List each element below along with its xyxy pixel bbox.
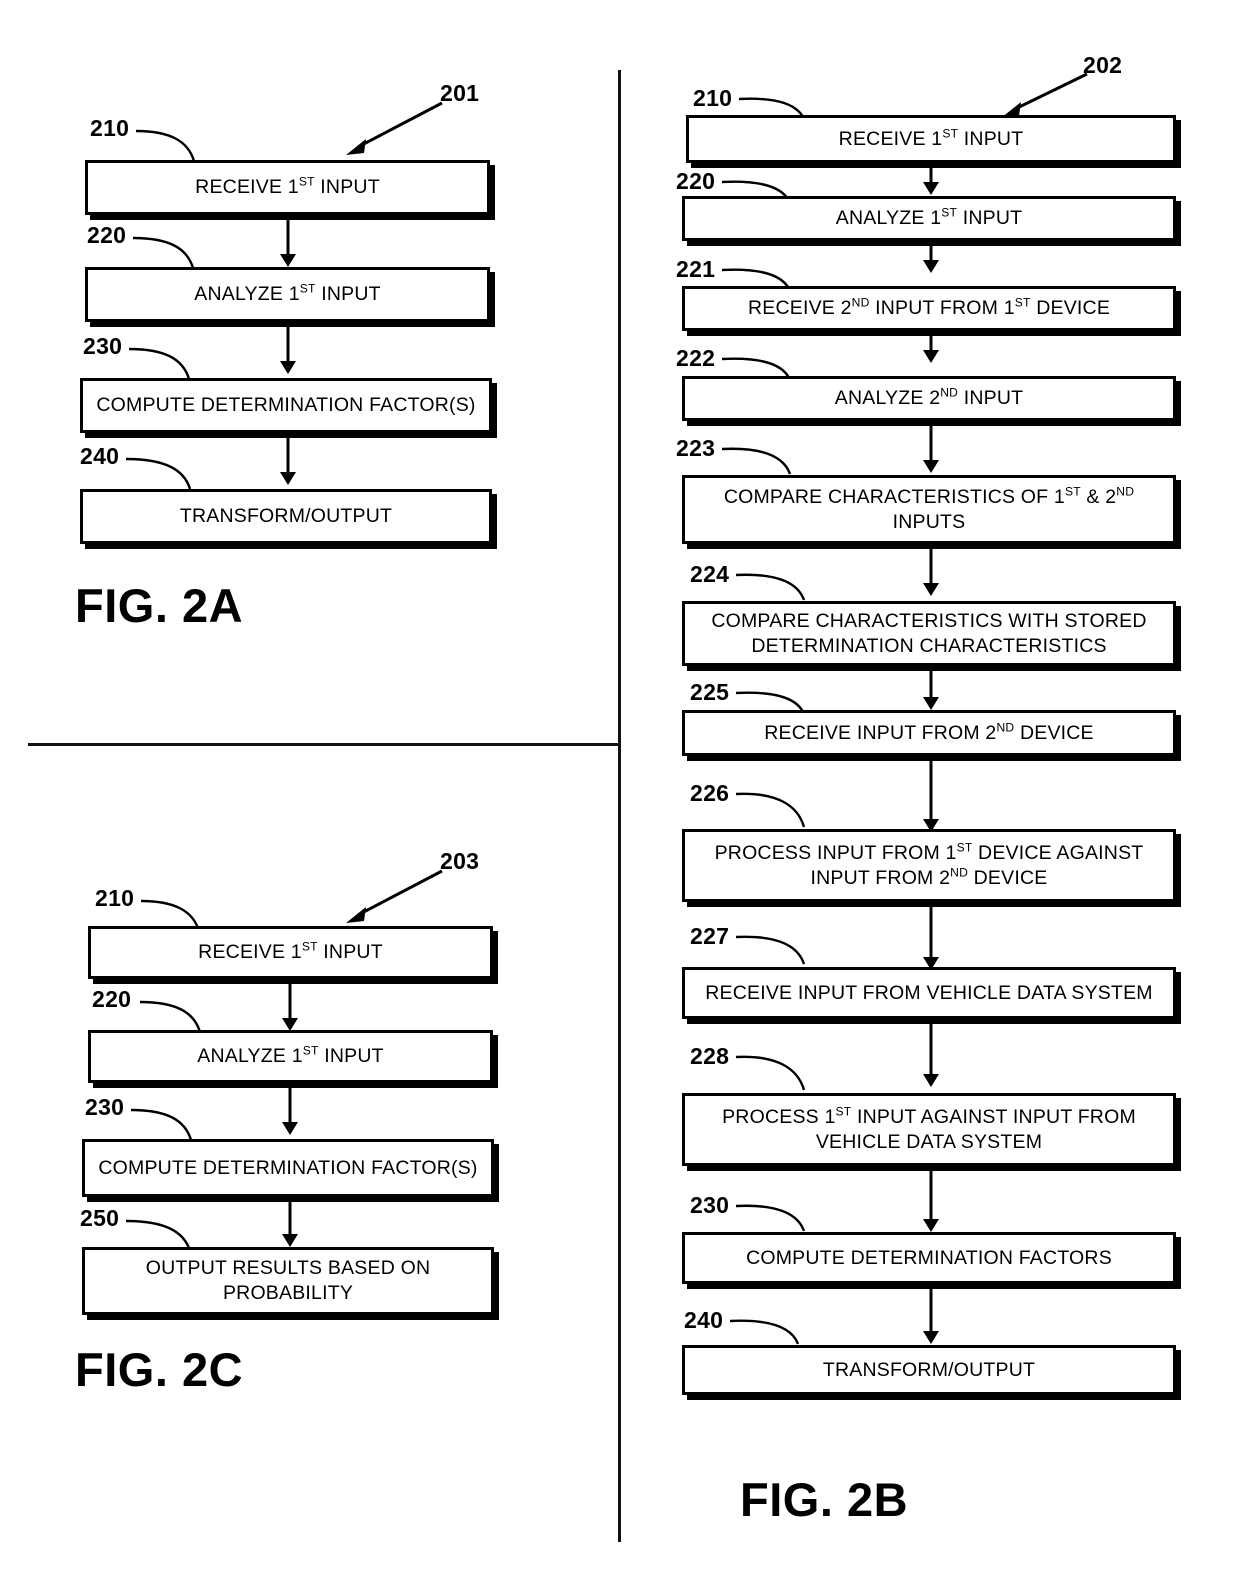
callout-arrow-203 (346, 869, 443, 923)
step-label-225: RECEIVE INPUT FROM 2ND DEVICE (764, 720, 1094, 744)
ref-number-221: 221 (676, 256, 716, 282)
leader-line-230-2c (130, 1108, 193, 1141)
ref-number-230-2c: 230 (85, 1094, 125, 1120)
ref-number-228: 228 (690, 1043, 730, 1069)
flow-arrow-2b-8 (915, 902, 947, 970)
leader-line-240-2b (729, 1319, 800, 1345)
ref-number-224: 224 (690, 561, 730, 587)
flow-arrow-2b-9 (915, 1019, 947, 1087)
step-label-220-2c: ANALYZE 1ST INPUT (197, 1043, 384, 1068)
step-label-228: PROCESS 1ST INPUT AGAINST INPUT FROM VEH… (722, 1104, 1136, 1153)
ref-number-240: 240 (80, 443, 120, 469)
step-label-220-2b: ANALYZE 1ST INPUT (835, 205, 1023, 230)
ref-number-230-2b: 230 (690, 1192, 730, 1218)
step-box-220-2c: ANALYZE 1ST INPUT (88, 1030, 493, 1083)
panel-divider-horizontal (28, 743, 620, 746)
step-box-220: ANALYZE 1ST INPUT (85, 267, 490, 322)
step-label-240-2b: TRANSFORM/OUTPUT (822, 1358, 1036, 1381)
figure-title-2a: FIG. 2A (75, 579, 244, 632)
step-box-221: RECEIVE 2ND INPUT FROM 1ST DEVICE (682, 286, 1176, 331)
flow-arrow-2b-5 (915, 544, 947, 596)
flow-arrow-2b-2 (915, 241, 947, 273)
ref-number-220-2c: 220 (92, 986, 132, 1012)
figure-title-2b: FIG. 2B (740, 1473, 909, 1526)
step-box-230-2b: COMPUTE DETERMINATION FACTORS (682, 1232, 1176, 1284)
step-box-240-2b: TRANSFORM/OUTPUT (682, 1345, 1176, 1395)
leader-line-220 (132, 236, 195, 269)
step-label-210: RECEIVE 1ST INPUT (195, 174, 380, 199)
ref-number-227: 227 (690, 923, 730, 949)
step-label-227: RECEIVE INPUT FROM VEHICLE DATA SYSTEM (705, 981, 1153, 1004)
ref-number-220-2b: 220 (676, 168, 716, 194)
leader-line-223 (721, 447, 792, 475)
ref-number-220: 220 (87, 222, 127, 248)
step-label-223: COMPARE CHARACTERISTICS OF 1ST & 2ND INP… (723, 484, 1135, 533)
callout-arrow-201 (346, 101, 443, 155)
ref-number-240-2b: 240 (684, 1307, 724, 1333)
step-label-224: COMPARE CHARACTERISTICS WITH STORED DETE… (711, 609, 1147, 657)
step-label-221: RECEIVE 2ND INPUT FROM 1ST DEVICE (747, 295, 1111, 320)
step-box-225: RECEIVE INPUT FROM 2ND DEVICE (682, 710, 1176, 756)
flow-arrow-210-220 (270, 215, 306, 267)
step-box-230: COMPUTE DETERMINATION FACTOR(S) (80, 378, 492, 433)
step-label-220: ANALYZE 1ST INPUT (194, 281, 381, 306)
step-box-224: COMPARE CHARACTERISTICS WITH STORED DETE… (682, 601, 1176, 666)
leader-line-210 (135, 129, 196, 162)
step-box-230-2c: COMPUTE DETERMINATION FACTOR(S) (82, 1139, 494, 1197)
ref-number-223: 223 (676, 435, 716, 461)
leader-line-228 (735, 1055, 806, 1091)
step-box-210-2c: RECEIVE 1ST INPUT (88, 926, 493, 979)
flow-arrow-2b-4 (915, 421, 947, 473)
step-label-210-2c: RECEIVE 1ST INPUT (198, 939, 383, 964)
flow-arrow-2b-3 (915, 331, 947, 363)
step-box-226: PROCESS INPUT FROM 1ST DEVICE AGAINST IN… (682, 829, 1176, 902)
flow-arrow-220-230 (270, 322, 306, 374)
ref-number-210-2c: 210 (95, 885, 135, 911)
flow-arrow-2b-6 (915, 666, 947, 710)
step-label-240: TRANSFORM/OUTPUT (179, 505, 393, 528)
step-label-230-2b: COMPUTE DETERMINATION FACTORS (746, 1246, 1112, 1269)
step-box-220-2b: ANALYZE 1ST INPUT (682, 196, 1176, 241)
ref-number-210: 210 (90, 115, 130, 141)
panel-divider-vertical (618, 70, 621, 1542)
flow-arrow-2b-7 (915, 756, 947, 832)
flow-arrow-2b-10 (915, 1166, 947, 1232)
ref-number-210-2b: 210 (693, 85, 733, 111)
ref-number-230: 230 (83, 333, 123, 359)
leader-line-226 (735, 792, 806, 828)
flow-arrow-210-220-2c (272, 979, 308, 1031)
leader-line-220-2c (139, 1000, 202, 1033)
step-box-228: PROCESS 1ST INPUT AGAINST INPUT FROM VEH… (682, 1093, 1176, 1166)
step-box-210-2b: RECEIVE 1ST INPUT (686, 115, 1176, 163)
ref-number-250: 250 (80, 1205, 120, 1231)
flow-arrow-2b-1 (915, 163, 947, 195)
flow-arrow-230-250-2c (272, 1197, 308, 1247)
leader-line-230 (128, 347, 191, 380)
step-box-240: TRANSFORM/OUTPUT (80, 489, 492, 544)
step-box-223: COMPARE CHARACTERISTICS OF 1ST & 2ND INP… (682, 475, 1176, 544)
step-label-230-2c: COMPUTE DETERMINATION FACTOR(S) (98, 1156, 478, 1179)
leader-line-224 (735, 573, 806, 601)
flow-arrow-220-230-2c (272, 1083, 308, 1135)
step-label-250: OUTPUT RESULTS BASED ON PROBABILITY (145, 1257, 431, 1304)
step-box-210: RECEIVE 1ST INPUT (85, 160, 490, 215)
figure-title-2c: FIG. 2C (75, 1343, 244, 1396)
step-box-222: ANALYZE 2ND INPUT (682, 376, 1176, 421)
ref-number-225: 225 (690, 679, 730, 705)
step-label-210-2b: RECEIVE 1ST INPUT (838, 126, 1024, 150)
step-label-226: PROCESS INPUT FROM 1ST DEVICE AGAINST IN… (714, 840, 1144, 889)
flow-arrow-2b-11 (915, 1284, 947, 1344)
step-label-230: COMPUTE DETERMINATION FACTOR(S) (96, 394, 476, 417)
flow-arrow-230-240 (270, 433, 306, 485)
leader-line-240 (125, 457, 192, 490)
ref-number-226: 226 (690, 780, 730, 806)
ref-number-222: 222 (676, 345, 716, 371)
patent-figure-sheet: 201 210 RECEIVE 1ST INPUT 220 ANALYZE 1S… (0, 0, 1240, 1584)
step-label-222: ANALYZE 2ND INPUT (834, 385, 1024, 410)
leader-line-230-2b (735, 1204, 806, 1232)
step-box-227: RECEIVE INPUT FROM VEHICLE DATA SYSTEM (682, 967, 1176, 1019)
leader-line-227 (735, 935, 806, 965)
step-box-250: OUTPUT RESULTS BASED ON PROBABILITY (82, 1247, 494, 1315)
